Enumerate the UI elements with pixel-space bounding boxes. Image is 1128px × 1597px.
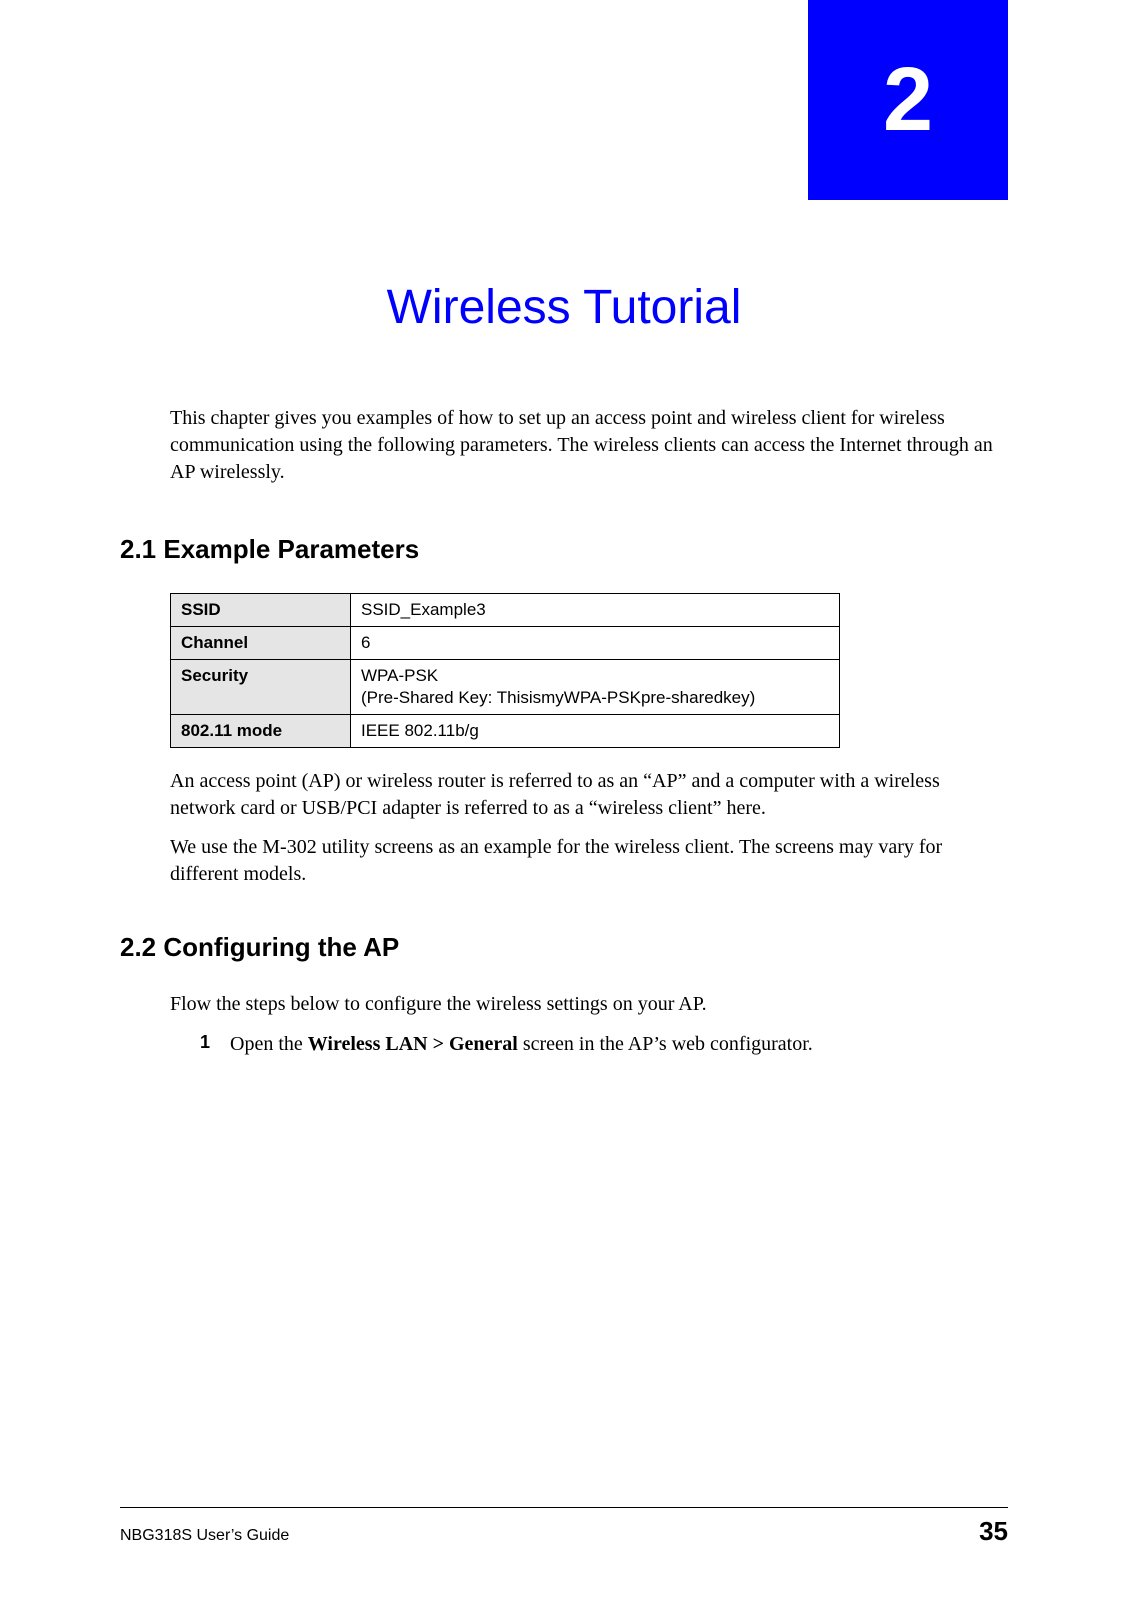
table-label-cell: 802.11 mode [171,715,351,748]
table-label-cell: SSID [171,594,351,627]
step-list: 1 Open the Wireless LAN > General screen… [200,1030,1008,1058]
footer-page-number: 35 [979,1516,1008,1547]
section-heading-2-2: 2.2 Configuring the AP [120,932,1008,963]
table-value-cell: SSID_Example3 [351,594,840,627]
body-paragraph: Flow the steps below to configure the wi… [170,991,1008,1018]
chapter-number: 2 [883,49,933,152]
example-parameters-table: SSID SSID_Example3 Channel 6 Security WP… [170,593,840,748]
step-text-bold: Wireless LAN > General [308,1033,518,1055]
document-page: 2 Wireless Tutorial This chapter gives y… [0,0,1128,1597]
table-value-cell: IEEE 802.11b/g [351,715,840,748]
table-row: SSID SSID_Example3 [171,594,840,627]
table-value-cell: 6 [351,627,840,660]
page-footer: NBG318S User’s Guide 35 [120,1507,1008,1547]
body-paragraph: An access point (AP) or wireless router … [170,768,1008,822]
table-row: Security WPA-PSK (Pre-Shared Key: Thisis… [171,660,840,715]
list-item: 1 Open the Wireless LAN > General screen… [200,1030,1008,1058]
section-heading-2-1: 2.1 Example Parameters [120,534,1008,565]
footer-guide-name: NBG318S User’s Guide [120,1527,289,1545]
table-row: Channel 6 [171,627,840,660]
step-text: Open the Wireless LAN > General screen i… [230,1030,813,1058]
step-text-prefix: Open the [230,1033,308,1055]
chapter-tab: 2 [808,0,1008,200]
table-label-cell: Channel [171,627,351,660]
chapter-title: Wireless Tutorial [120,280,1008,335]
table-row: 802.11 mode IEEE 802.11b/g [171,715,840,748]
chapter-intro-text: This chapter gives you examples of how t… [170,405,1008,486]
table-label-cell: Security [171,660,351,715]
table-value-cell: WPA-PSK (Pre-Shared Key: ThisismyWPA-PSK… [351,660,840,715]
body-paragraph: We use the M-302 utility screens as an e… [170,834,1008,888]
step-number: 1 [200,1030,218,1058]
step-text-suffix: screen in the AP’s web configurator. [518,1033,813,1055]
